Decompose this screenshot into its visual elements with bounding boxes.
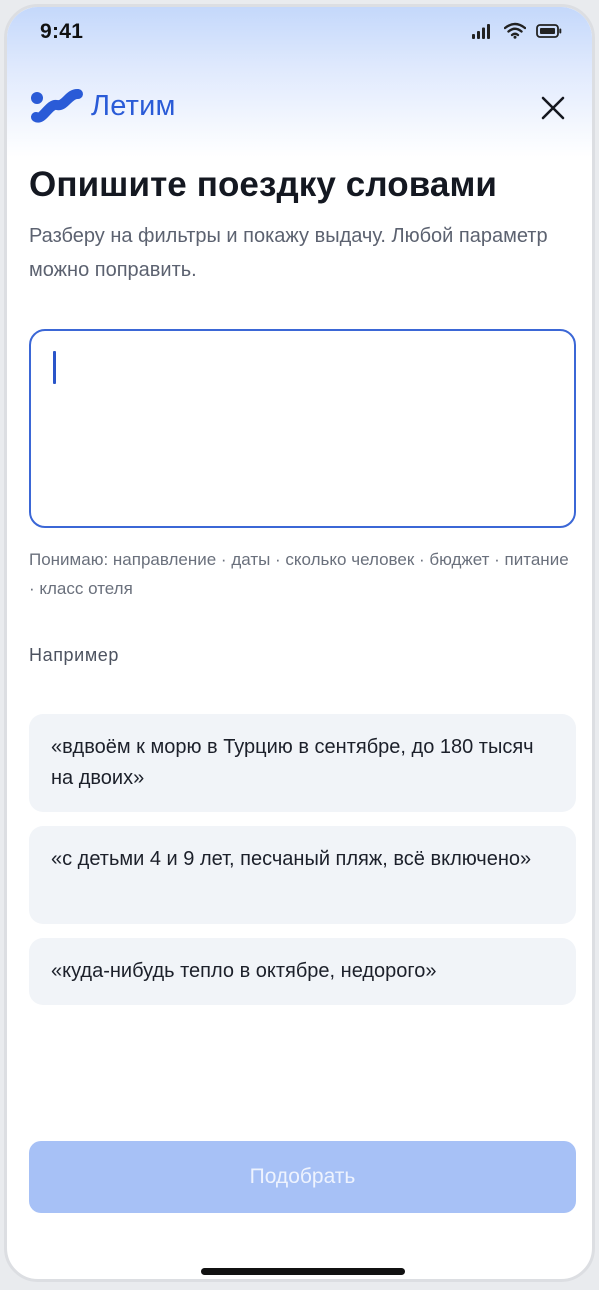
example-chip[interactable]: «с детьми 4 и 9 лет, песчаный пляж, всё … [29, 826, 576, 924]
home-indicator [201, 1268, 405, 1275]
example-chip[interactable]: «куда-нибудь тепло в октябре, недорого» [29, 938, 576, 1005]
status-bar: 9:41 [7, 7, 592, 59]
submit-button[interactable]: Подобрать [29, 1141, 576, 1213]
logo-text: Летим [91, 89, 176, 122]
phone-screen: 9:41 Летим Опишите поездку словами Разбе… [4, 4, 595, 1282]
app-header: Летим [29, 87, 570, 129]
status-time: 9:41 [40, 20, 84, 43]
wifi-icon [504, 22, 526, 39]
page-subtitle: Разберу на фильтры и покажу выдачу. Любо… [29, 225, 548, 281]
examples-label: Например [29, 645, 120, 665]
battery-icon [536, 23, 562, 38]
example-chip[interactable]: «вдвоём к морю в Турцию в сентябре, до 1… [29, 714, 576, 812]
close-icon [541, 96, 565, 120]
page-title: Опишите поездку словами [29, 165, 498, 204]
understood-params-hint: Понимаю: направление · даты · сколько че… [29, 550, 569, 598]
letim-logo-icon [31, 89, 83, 123]
close-button[interactable] [536, 91, 570, 125]
status-icons [472, 22, 562, 39]
trip-description-input[interactable] [29, 329, 576, 528]
text-caret [53, 351, 56, 384]
logo: Летим [29, 87, 176, 125]
cellular-signal-icon [472, 23, 494, 39]
